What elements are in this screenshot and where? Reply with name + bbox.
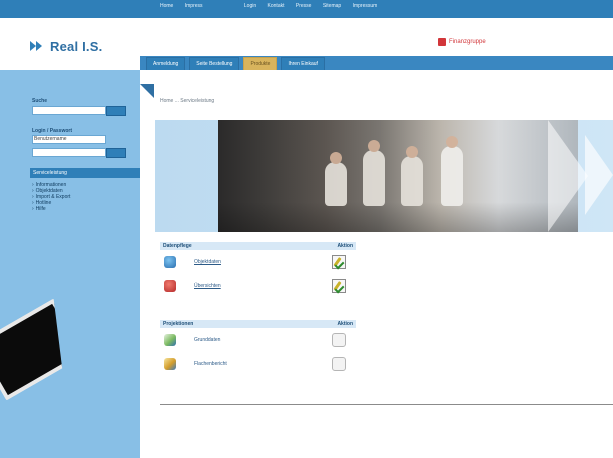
top-link-presse[interactable]: Presse (296, 3, 312, 9)
banner-chevron-icon (548, 120, 588, 232)
main-tabs: Anmeldung Seite Bestellung Produkte Ihre… (140, 56, 613, 70)
panel-title: Datenpflege (163, 243, 192, 249)
list-item: Übersichten (160, 274, 356, 298)
tab-seite-bestellung[interactable]: Seite Bestellung (189, 56, 240, 70)
link-grunddaten[interactable]: Grunddaten (194, 337, 220, 343)
search-button[interactable] (106, 106, 126, 116)
person-figure (325, 152, 347, 206)
content-divider (160, 404, 613, 405)
tab-produkte[interactable]: Produkte (243, 56, 278, 70)
top-link-impressum[interactable]: Impressum (353, 3, 378, 9)
banner-chevron-icon (585, 135, 613, 215)
link-objektdaten[interactable]: Objektdaten (194, 259, 221, 265)
finanzgruppe-label: Finanzgruppe (449, 39, 486, 45)
top-bar: Home Impress Login Kontakt Presse Sitema… (0, 0, 613, 18)
action-column-header: Aktion (337, 243, 353, 249)
empty-action-button[interactable] (332, 333, 346, 347)
sidebar-menu: Informationen Objektdaten Import & Expor… (32, 182, 71, 212)
top-link-login[interactable]: Login (244, 3, 256, 9)
overview-icon (164, 280, 176, 292)
hero-banner (155, 120, 613, 232)
top-link-home[interactable]: Home (160, 3, 173, 9)
edit-button[interactable] (332, 279, 346, 294)
tab-anmeldung[interactable]: Anmeldung (146, 56, 186, 70)
logo-mark-icon (30, 40, 44, 52)
link-uebersichten[interactable]: Übersichten (194, 283, 221, 289)
list-item: Grunddaten (160, 328, 356, 352)
username-input[interactable]: Benutzername (32, 135, 106, 144)
person-figure (441, 136, 463, 206)
person-figure (401, 146, 423, 206)
edit-button[interactable] (332, 255, 346, 270)
search-label: Suche (32, 98, 48, 104)
breadcrumb[interactable]: Home ... Serviceleistung (160, 98, 214, 104)
empty-action-button[interactable] (332, 357, 346, 371)
panel-projektionen: Projektionen Aktion Grunddaten Flachenbe… (160, 320, 356, 376)
panel-header: Datenpflege Aktion (160, 242, 356, 250)
link-flachenbericht[interactable]: Flachenbericht (194, 361, 227, 367)
sidebar-section-title: Serviceleistung (30, 168, 143, 178)
panel-header: Projektionen Aktion (160, 320, 356, 328)
database-icon (164, 256, 176, 268)
panel-title: Projektionen (163, 321, 194, 327)
top-links: Home Impress Login Kontakt Presse Sitema… (160, 3, 613, 15)
finanzgruppe-badge: Finanzgruppe (438, 38, 486, 46)
chart-icon (164, 334, 176, 346)
top-link-kontakt[interactable]: Kontakt (268, 3, 285, 9)
login-label: Login / Passwort (32, 128, 73, 134)
breadcrumb-arrow-icon (140, 84, 154, 98)
panel-datenpflege: Datenpflege Aktion Objektdaten Übersicht… (160, 242, 356, 298)
tab-ihren-einkauf[interactable]: Ihren Einkauf (281, 56, 325, 70)
password-input[interactable] (32, 148, 106, 157)
login-button[interactable] (106, 148, 126, 158)
list-item: Flachenbericht (160, 352, 356, 376)
person-figure (363, 140, 385, 206)
banner-people (315, 136, 525, 206)
action-column-header: Aktion (337, 321, 353, 327)
top-link-sitemap[interactable]: Sitemap (323, 3, 341, 9)
sidebar-item-hilfe[interactable]: Hilfe (32, 206, 70, 212)
top-link-impress[interactable]: Impress (185, 3, 203, 9)
list-item: Objektdaten (160, 250, 356, 274)
left-sidebar: Suche Login / Passwort Benutzername Serv… (0, 70, 143, 458)
sparkasse-icon (438, 38, 446, 46)
brand-logo[interactable]: Real I.S. (30, 36, 102, 56)
search-input[interactable] (32, 106, 106, 115)
report-icon (164, 358, 176, 370)
brand-name: Real I.S. (50, 38, 103, 54)
